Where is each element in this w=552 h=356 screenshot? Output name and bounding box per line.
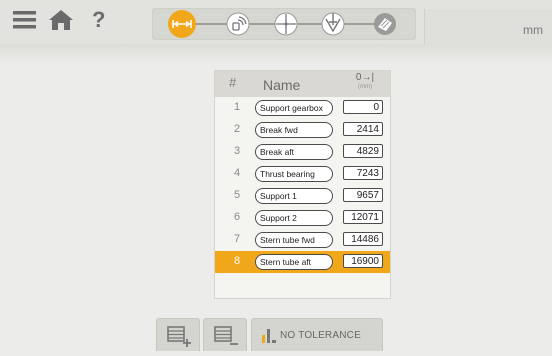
row-number: 3 (234, 145, 241, 157)
row-distance-field[interactable]: 12071 (343, 210, 383, 224)
row-number: 7 (234, 233, 241, 245)
table-row-selected[interactable]: 8 Stern tube aft 16900 (215, 251, 390, 273)
row-distance-field[interactable]: 14486 (343, 232, 383, 246)
column-unit-label: (mm) (358, 84, 372, 90)
distance-table: # Name 0→| (mm) 1 Support gearbox 0 2 Br… (214, 70, 391, 299)
row-number: 1 (234, 101, 241, 113)
row-name-field[interactable]: Support 1 (255, 188, 333, 204)
table-row[interactable]: 2 Break fwd 2414 (215, 119, 390, 141)
row-number: 4 (234, 167, 241, 179)
tolerance-button[interactable]: NO TOLERANCE (251, 318, 383, 351)
row-number: 8 (234, 255, 241, 267)
row-name-field[interactable]: Break aft (255, 144, 333, 160)
table-row[interactable]: 6 Support 2 12071 (215, 207, 390, 229)
row-number: 5 (234, 189, 241, 201)
tolerance-bars-icon (262, 329, 276, 343)
help-icon[interactable]: ? (92, 6, 105, 34)
add-row-icon (167, 326, 191, 347)
tolerance-button-label: NO TOLERANCE (280, 330, 361, 341)
column-name-header: Name (263, 77, 301, 93)
column-distance-header: 0→| (mm) (345, 73, 385, 91)
column-number-header: # (229, 75, 237, 90)
row-name-field[interactable]: Stern tube fwd (255, 232, 333, 248)
step-measure[interactable] (321, 12, 345, 36)
table-row[interactable]: 7 Stern tube fwd 14486 (215, 229, 390, 251)
row-number: 6 (234, 211, 241, 223)
table-row[interactable]: 5 Support 1 9657 (215, 185, 390, 207)
row-distance-field[interactable]: 0 (343, 100, 383, 114)
units-label: mm (523, 23, 543, 37)
row-name-field[interactable]: Support gearbox (255, 100, 333, 116)
row-name-field[interactable]: Support 2 (255, 210, 333, 226)
add-row-button[interactable] (156, 318, 200, 351)
distance-arrow-icon: 0→| (355, 72, 375, 83)
row-distance-field[interactable]: 2414 (343, 122, 383, 136)
row-distance-field[interactable]: 16900 (343, 254, 383, 268)
step-result[interactable] (374, 13, 396, 35)
step-center[interactable] (274, 12, 298, 36)
row-name-field[interactable]: Break fwd (255, 122, 333, 138)
row-number: 2 (234, 123, 241, 135)
row-distance-field[interactable]: 9657 (343, 188, 383, 202)
workflow-steps-graphic (168, 10, 396, 38)
hamburger-menu-icon[interactable] (13, 10, 36, 30)
top-bar-shadow (0, 44, 552, 64)
table-row[interactable]: 1 Support gearbox 0 (215, 97, 390, 119)
row-name-field[interactable]: Thrust bearing (255, 166, 333, 182)
units-panel: mm (424, 9, 552, 45)
table-row[interactable]: 4 Thrust bearing 7243 (215, 163, 390, 185)
remove-row-icon (214, 326, 238, 345)
table-row[interactable]: 3 Break aft 4829 (215, 141, 390, 163)
step-sensor[interactable] (226, 12, 250, 36)
row-distance-field[interactable]: 4829 (343, 144, 383, 158)
table-header: # Name 0→| (mm) (215, 71, 390, 97)
workflow-steps (152, 8, 416, 40)
step-distance[interactable] (168, 10, 196, 38)
home-icon[interactable] (48, 9, 74, 31)
row-distance-field[interactable]: 7243 (343, 166, 383, 180)
remove-row-button[interactable] (203, 318, 247, 351)
row-name-field[interactable]: Stern tube aft (255, 254, 333, 270)
